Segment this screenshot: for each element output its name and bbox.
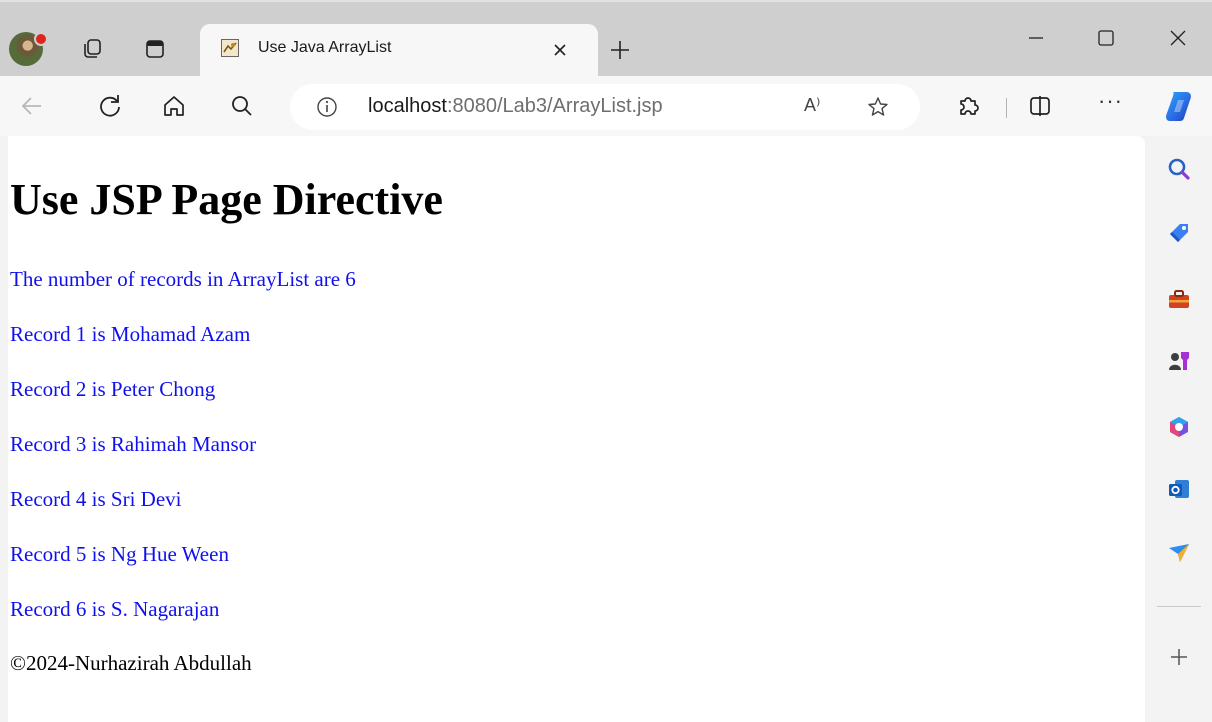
record-item: Record 4 is Sri Devi [10, 487, 182, 511]
minimize-icon[interactable] [1024, 26, 1048, 50]
home-icon[interactable] [160, 92, 188, 120]
window-close-icon[interactable] [1166, 26, 1190, 50]
new-tab-plus-icon[interactable] [608, 38, 632, 62]
sidebar-divider [1157, 606, 1201, 607]
title-bar: Use Java ArrayList [0, 0, 1212, 78]
record-item: Record 3 is Rahimah Mansor [10, 432, 257, 456]
record-list: The number of records in ArrayList are 6… [10, 266, 356, 651]
sidebar-search-icon[interactable] [1166, 156, 1192, 182]
refresh-icon[interactable] [96, 92, 124, 120]
copyright-footer: ©2024-Nurhazirah Abdullah [10, 651, 252, 675]
workspaces-icon[interactable] [79, 36, 105, 62]
extensions-puzzle-icon[interactable] [954, 92, 982, 120]
tab-title: Use Java ArrayList [258, 39, 392, 56]
sidebar-outlook-icon[interactable] [1166, 476, 1192, 502]
back-arrow-icon[interactable] [18, 92, 46, 120]
read-aloud-icon[interactable]: A⁾ [804, 95, 820, 116]
sidebar-microsoft365-icon[interactable] [1166, 414, 1192, 440]
site-info-icon[interactable] [316, 96, 338, 118]
close-tab-icon[interactable] [550, 40, 570, 60]
record-item: Record 1 is Mohamad Azam [10, 322, 251, 346]
active-tab[interactable]: Use Java ArrayList [200, 24, 598, 78]
favorite-star-icon[interactable] [866, 95, 890, 119]
maximize-icon[interactable] [1094, 26, 1118, 50]
url-path: :8080/Lab3/ArrayList.jsp [446, 95, 663, 117]
sidebar-tools-icon[interactable] [1166, 286, 1192, 312]
url-text[interactable]: localhost:8080/Lab3/ArrayList.jsp [368, 95, 663, 118]
sidebar-drop-send-icon[interactable] [1166, 540, 1192, 566]
search-icon[interactable] [228, 92, 256, 120]
record-item: Record 5 is Ng Hue Ween [10, 542, 229, 566]
url-host: localhost [368, 95, 447, 117]
copilot-icon[interactable] [1160, 88, 1198, 124]
tab-actions-icon[interactable] [142, 36, 168, 62]
sidebar-add-plus-icon[interactable] [1166, 644, 1192, 670]
record-item: Record 6 is S. Nagarajan [10, 597, 220, 621]
settings-more-icon[interactable]: ··· [1098, 88, 1123, 114]
sidebar-shopping-tag-icon[interactable] [1166, 220, 1192, 246]
browser-toolbar: localhost:8080/Lab3/ArrayList.jsp A⁾ ··· [0, 76, 1212, 136]
edge-sidebar [1145, 136, 1212, 722]
address-bar[interactable]: localhost:8080/Lab3/ArrayList.jsp A⁾ [290, 84, 920, 130]
record-count-text: The number of records in ArrayList are 6 [10, 267, 356, 291]
toolbar-separator [1006, 98, 1007, 118]
notification-dot [34, 32, 48, 46]
split-screen-icon[interactable] [1026, 92, 1054, 120]
web-page-content: Use JSP Page Directive The number of rec… [0, 136, 1145, 722]
record-item: Record 2 is Peter Chong [10, 377, 216, 401]
page-heading: Use JSP Page Directive [10, 175, 443, 224]
tomcat-favicon-icon [221, 39, 239, 57]
sidebar-games-icon[interactable] [1166, 348, 1192, 374]
